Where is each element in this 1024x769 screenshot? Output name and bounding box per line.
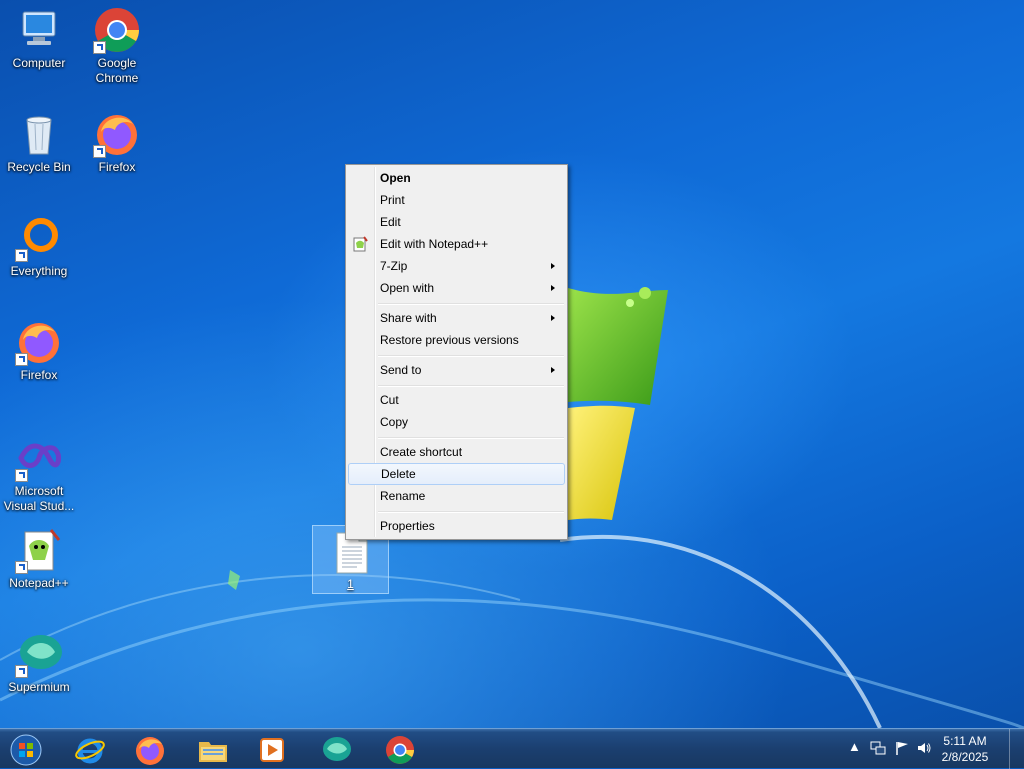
menu-item-print[interactable]: Print — [348, 189, 565, 211]
menu-separator — [378, 511, 564, 513]
menu-item-open-with[interactable]: Open with — [348, 277, 565, 299]
desktop-icon-visual-studio[interactable]: Microsoft Visual Stud... — [1, 434, 77, 514]
desktop-icon-label: Firefox — [98, 160, 136, 174]
desktop-icon-label: Notepad++ — [9, 576, 69, 590]
menu-item-label: Delete — [381, 467, 416, 481]
firefox-icon — [136, 737, 164, 765]
desktop-icon-everything[interactable]: Everything — [1, 214, 77, 279]
chrome-icon — [93, 6, 141, 54]
action-center-flag-icon[interactable] — [894, 740, 910, 759]
show-desktop-button[interactable] — [1009, 729, 1024, 769]
menu-item-restore-previous-versions[interactable]: Restore previous versions — [348, 329, 565, 351]
menu-item-properties[interactable]: Properties — [348, 515, 565, 537]
system-tray: ▲ 5:11 AM 2/8/2025 — [834, 729, 1024, 769]
taskbar-file-explorer[interactable] — [185, 731, 241, 767]
computer-icon — [15, 6, 63, 54]
menu-item-label: Copy — [380, 415, 409, 429]
recycle-bin-icon — [15, 110, 63, 158]
desktop-icon-label: Firefox — [20, 368, 58, 382]
desktop-icon-label: Recycle Bin — [7, 160, 71, 174]
menu-item-label: Share with — [380, 311, 437, 325]
menu-item-open[interactable]: Open — [348, 167, 565, 189]
desktop-icon-recycle-bin[interactable]: Recycle Bin — [1, 110, 77, 175]
menu-item-share-with[interactable]: Share with — [348, 307, 565, 329]
firefox-icon — [93, 110, 141, 158]
clock[interactable]: 5:11 AM 2/8/2025 — [930, 733, 1000, 765]
menu-item-label: Edit with Notepad++ — [380, 237, 489, 251]
desktop-icon-firefox[interactable]: Firefox — [1, 318, 77, 383]
menu-separator — [378, 385, 564, 387]
menu-separator — [378, 437, 564, 439]
menu-item-label: Open — [380, 171, 411, 185]
desktop-icon-label: Everything — [10, 264, 68, 278]
taskbar: ▲ 5:11 AM 2/8/2025 — [0, 728, 1024, 769]
shortcut-arrow-icon — [15, 353, 28, 366]
file-explorer-icon — [199, 742, 227, 762]
submenu-arrow-icon — [551, 263, 555, 269]
desktop-icon-supermium[interactable]: Supermium — [1, 630, 77, 695]
menu-item-label: 7-Zip — [380, 259, 408, 273]
menu-item-label: Cut — [380, 393, 399, 407]
menu-item-rename[interactable]: Rename — [348, 485, 565, 507]
internet-explorer-icon — [75, 738, 105, 764]
menu-item-label: Edit — [380, 215, 401, 229]
supermium-icon — [15, 630, 63, 678]
shortcut-arrow-icon — [93, 145, 106, 158]
menu-item-7zip[interactable]: 7-Zip — [348, 255, 565, 277]
taskbar-media-player[interactable] — [244, 731, 300, 767]
desktop-icon-firefox-top[interactable]: Firefox — [79, 110, 155, 175]
menu-item-edit[interactable]: Edit — [348, 211, 565, 233]
desktop-icon-label: Microsoft Visual Stud... — [3, 484, 75, 513]
desktop-icon-computer[interactable]: Computer — [1, 6, 77, 71]
menu-item-label: Create shortcut — [380, 445, 463, 459]
desktop-icon-label: Computer — [12, 56, 66, 70]
notepadpp-icon — [15, 526, 63, 574]
taskbar-supermium[interactable] — [308, 731, 364, 767]
clock-time: 5:11 AM — [943, 734, 987, 748]
taskbar-internet-explorer[interactable] — [62, 731, 118, 767]
submenu-arrow-icon — [551, 367, 555, 373]
menu-item-create-shortcut[interactable]: Create shortcut — [348, 441, 565, 463]
menu-item-label: Restore previous versions — [380, 333, 519, 347]
context-menu: Open Print Edit Edit with Notepad++ 7-Zi… — [345, 164, 568, 540]
start-button[interactable] — [0, 731, 52, 767]
desktop-icon-label: Supermium — [8, 680, 70, 694]
submenu-arrow-icon — [551, 285, 555, 291]
menu-separator — [378, 355, 564, 357]
shortcut-arrow-icon — [15, 665, 28, 678]
menu-item-edit-with-notepadpp[interactable]: Edit with Notepad++ — [348, 233, 565, 255]
menu-item-label: Properties — [380, 519, 435, 533]
desktop-icon-label: Google Chrome — [95, 56, 139, 85]
menu-item-copy[interactable]: Copy — [348, 411, 565, 433]
submenu-arrow-icon — [551, 315, 555, 321]
selected-file-label: 1 — [347, 577, 354, 591]
menu-item-label: Send to — [380, 363, 422, 377]
menu-item-label: Rename — [380, 489, 426, 503]
menu-item-delete[interactable]: Delete — [348, 463, 565, 485]
everything-icon — [15, 214, 63, 262]
shortcut-arrow-icon — [15, 249, 28, 262]
chrome-icon — [386, 736, 414, 764]
taskbar-firefox[interactable] — [122, 731, 178, 767]
firefox-icon — [15, 318, 63, 366]
start-orb — [10, 734, 42, 766]
supermium-icon — [323, 737, 351, 761]
show-hidden-icons-icon[interactable]: ▲ — [848, 739, 861, 754]
notepadpp-icon — [352, 236, 368, 252]
network-icon[interactable] — [870, 740, 886, 759]
media-player-icon — [260, 738, 284, 762]
shortcut-arrow-icon — [15, 561, 28, 574]
visual-studio-icon — [15, 434, 63, 482]
shortcut-arrow-icon — [15, 469, 28, 482]
menu-separator — [378, 303, 564, 305]
clock-date: 2/8/2025 — [941, 750, 989, 764]
desktop-icon-notepadpp[interactable]: Notepad++ — [1, 526, 77, 591]
shortcut-arrow-icon — [93, 41, 106, 54]
desktop-icon-google-chrome[interactable]: Google Chrome — [79, 6, 155, 86]
menu-item-label: Open with — [380, 281, 435, 295]
taskbar-chrome[interactable] — [372, 731, 428, 767]
menu-item-cut[interactable]: Cut — [348, 389, 565, 411]
menu-item-send-to[interactable]: Send to — [348, 359, 565, 381]
menu-item-label: Print — [380, 193, 405, 207]
